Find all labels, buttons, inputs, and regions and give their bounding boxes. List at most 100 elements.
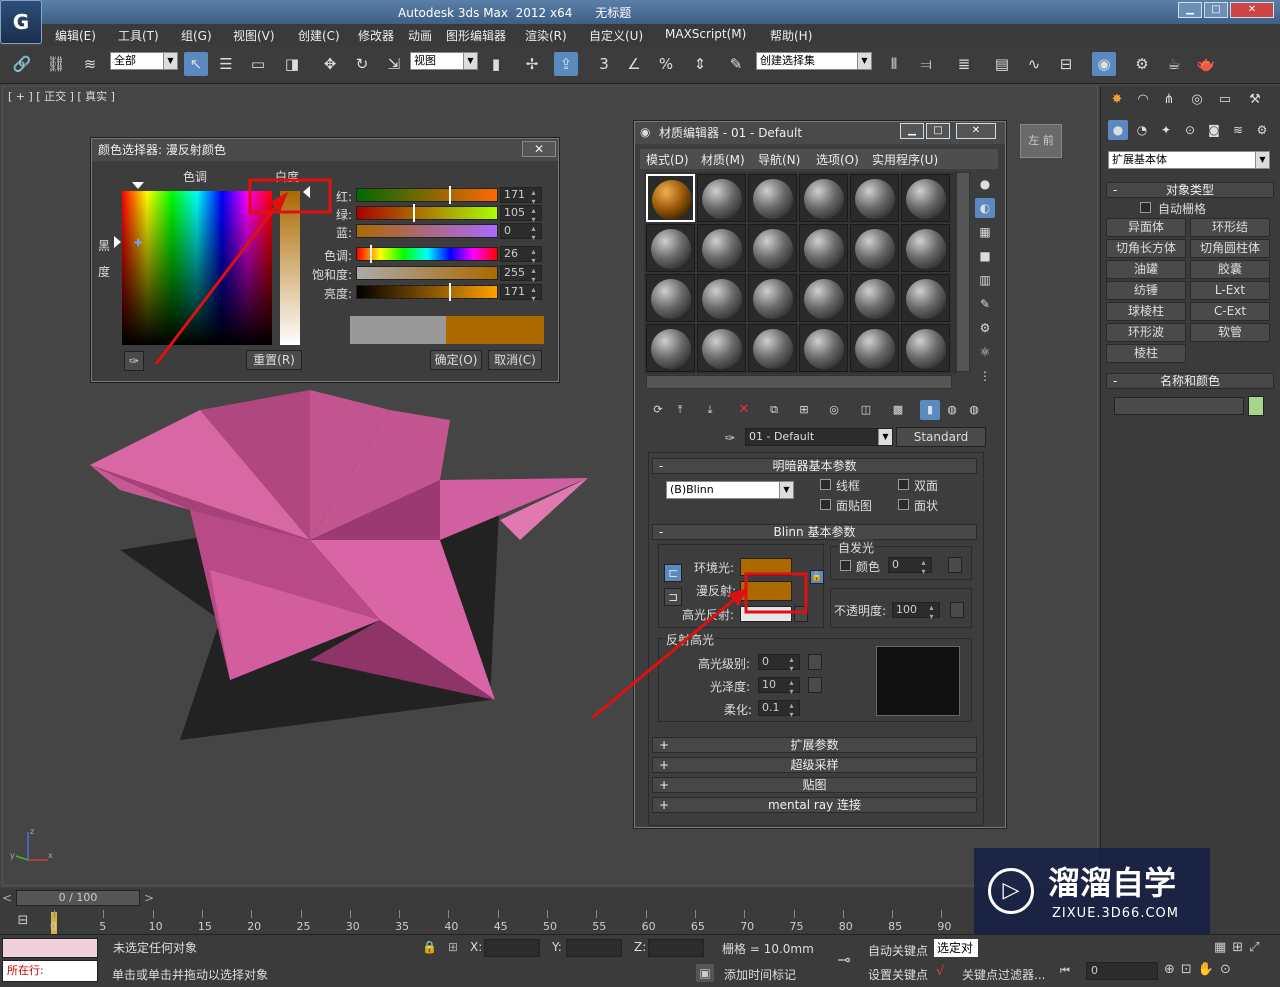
shader-type-dropdown[interactable]: (B)Blinn ▼ <box>666 481 794 499</box>
value-slider[interactable] <box>356 285 498 299</box>
add-time-tag-button[interactable]: 添加时间标记 <box>724 966 796 983</box>
menu-item-11[interactable]: 帮助(H) <box>770 27 812 44</box>
whiteness-strip[interactable] <box>280 191 300 345</box>
sample-slot[interactable] <box>697 224 746 272</box>
put-to-library-icon[interactable]: ⊞ <box>794 400 814 420</box>
sample-slot[interactable] <box>646 274 695 322</box>
diffuse-color-swatch[interactable] <box>740 581 792 601</box>
sample-slot[interactable] <box>850 324 899 372</box>
y-coord-field[interactable] <box>566 939 622 957</box>
two-sided-checkbox[interactable] <box>898 479 909 490</box>
motion-tab-icon[interactable]: ◎ <box>1186 90 1208 110</box>
object-type-button[interactable]: 棱柱 <box>1106 344 1186 363</box>
select-manipulate-icon[interactable]: ✢ <box>520 52 544 76</box>
reset-button[interactable]: 重置(R) <box>246 350 302 370</box>
cancel-button[interactable]: 取消(C) <box>488 350 542 370</box>
angle-snap-icon[interactable]: ∠ <box>622 52 646 76</box>
extended-params-rollout[interactable]: + 扩展参数 <box>652 737 977 753</box>
sample-type-icon[interactable]: ● <box>975 174 995 194</box>
material-name-field[interactable]: 01 - Default ▼ <box>745 428 893 446</box>
select-by-material-icon[interactable]: ⚛ <box>975 342 995 362</box>
keyboard-shortcut-icon[interactable]: ⇪ <box>554 52 578 76</box>
render-production-icon[interactable]: 🫖 <box>1194 52 1218 76</box>
object-type-button[interactable]: 异面体 <box>1106 218 1186 237</box>
sample-slot[interactable] <box>748 174 797 222</box>
make-preview-icon[interactable]: ✎ <box>975 294 995 314</box>
edit-named-selection-icon[interactable]: ✎ <box>724 52 748 76</box>
set-key-icon[interactable]: ⊸ <box>830 950 858 970</box>
red-slider-thumb[interactable] <box>449 186 451 204</box>
maxscript-listener-mini[interactable] <box>2 938 98 958</box>
green-slider-thumb[interactable] <box>413 204 415 222</box>
sample-slot[interactable] <box>901 274 950 322</box>
x-coord-field[interactable] <box>484 939 540 957</box>
sample-slot[interactable] <box>646 224 695 272</box>
me-menu-item-3[interactable]: 选项(O) <box>816 151 859 168</box>
face-map-checkbox[interactable] <box>820 499 831 510</box>
create-tab-icon[interactable]: ✸ <box>1106 90 1128 110</box>
autogrid-checkbox[interactable] <box>1140 202 1151 213</box>
opacity-map-button[interactable] <box>950 602 964 618</box>
set-key-button[interactable]: 设置关键点 <box>868 966 928 983</box>
sample-slot[interactable] <box>799 224 848 272</box>
soften-spinner[interactable]: 0.1 <box>758 700 800 719</box>
name-color-rollout[interactable]: - 名称和颜色 <box>1106 373 1274 389</box>
cameras-icon[interactable]: ⊙ <box>1180 120 1200 140</box>
object-type-button[interactable]: 环形结 <box>1190 218 1270 237</box>
window-crossing-icon[interactable]: ◨ <box>280 52 304 76</box>
me-minimize-button[interactable]: ▁ <box>900 123 924 139</box>
object-type-button[interactable]: 环形波 <box>1106 323 1186 342</box>
absolute-mode-icon[interactable]: ⊞ <box>448 940 458 954</box>
glossiness-map-button[interactable] <box>808 677 822 693</box>
sample-slot[interactable] <box>901 174 950 222</box>
saturation-slider[interactable] <box>356 266 498 280</box>
sample-slot[interactable] <box>799 324 848 372</box>
sample-slot[interactable] <box>850 174 899 222</box>
sample-slot[interactable] <box>901 324 950 372</box>
sample-slot[interactable] <box>850 224 899 272</box>
menu-item-5[interactable]: 修改器 <box>358 27 394 44</box>
ok-button[interactable]: 确定(O) <box>430 350 482 370</box>
pick-material-icon[interactable]: ◍ <box>964 400 984 420</box>
get-material-icon[interactable]: ⟳ <box>648 400 668 420</box>
value-spinner[interactable]: 171 <box>500 284 542 303</box>
make-unique-icon[interactable]: ⧉ <box>764 400 784 420</box>
hue-slider-thumb[interactable] <box>370 245 372 263</box>
time-tag-icon[interactable]: ▣ <box>696 964 714 982</box>
object-type-button[interactable]: 软管 <box>1190 323 1270 342</box>
menu-item-6[interactable]: 动画 <box>408 27 432 44</box>
geometry-icon[interactable]: ● <box>1108 120 1128 140</box>
menu-item-3[interactable]: 视图(V) <box>233 27 275 44</box>
snap-toggle-icon[interactable]: 3 <box>592 52 616 76</box>
systems-icon[interactable]: ⚙ <box>1252 120 1272 140</box>
pick-from-object-icon[interactable]: ✑ <box>720 428 740 448</box>
sample-slot[interactable] <box>799 274 848 322</box>
modify-tab-icon[interactable]: ◠ <box>1132 90 1154 110</box>
sample-slot[interactable] <box>748 274 797 322</box>
menu-item-9[interactable]: 自定义(U) <box>589 27 643 44</box>
options-icon[interactable]: ⚙ <box>975 318 995 338</box>
viewcube[interactable]: 左 前 <box>1020 124 1062 158</box>
backlight-icon[interactable]: ◐ <box>975 198 995 218</box>
spacewarps-icon[interactable]: ≋ <box>1228 120 1248 140</box>
unlink-icon[interactable]: ⛓ <box>44 52 68 76</box>
sample-slot[interactable] <box>697 274 746 322</box>
specular-map-button[interactable] <box>794 606 808 622</box>
spec-level-map-button[interactable] <box>808 654 822 670</box>
sample-slot[interactable] <box>646 324 695 372</box>
menu-item-8[interactable]: 渲染(R) <box>525 27 567 44</box>
time-slider[interactable]: 0 / 100 <box>16 890 140 906</box>
sample-slot[interactable] <box>697 324 746 372</box>
zoom-extents-icons[interactable]: ▦⊞⤢ <box>1214 940 1274 958</box>
rect-selection-icon[interactable]: ▭ <box>246 52 270 76</box>
eyedropper-icon[interactable]: ✑ <box>124 351 144 371</box>
maps-rollout[interactable]: + 贴图 <box>652 777 977 793</box>
red-slider[interactable] <box>356 188 498 202</box>
blinn-basic-rollout[interactable]: - Blinn 基本参数 <box>652 524 977 540</box>
menu-item-2[interactable]: 组(G) <box>181 27 212 44</box>
object-type-button[interactable]: 球棱柱 <box>1106 302 1186 321</box>
prev-frame-icon[interactable]: < <box>0 890 14 906</box>
reset-map-icon[interactable]: ✕ <box>734 400 754 420</box>
specular-color-swatch[interactable] <box>740 606 792 622</box>
named-selection-dropdown[interactable]: 创建选择集 ▼ <box>756 52 872 70</box>
